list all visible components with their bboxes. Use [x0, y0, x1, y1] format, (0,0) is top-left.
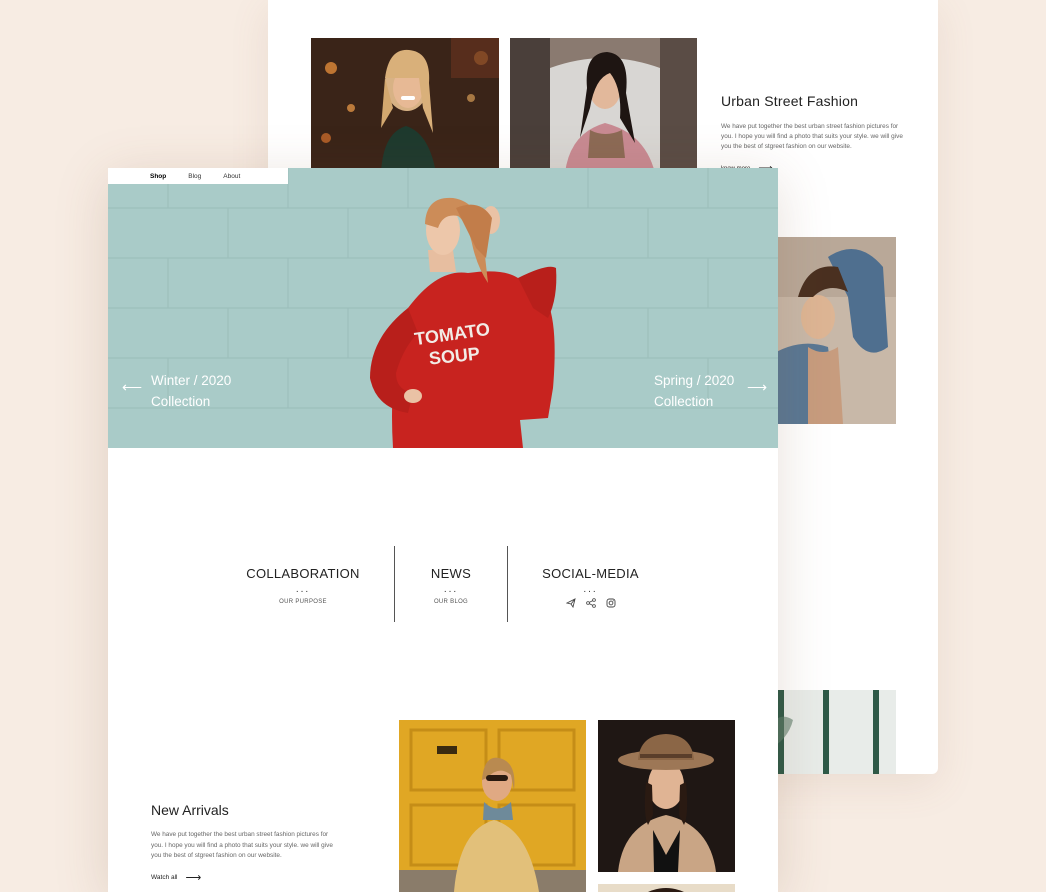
- collaboration-sub: OUR PURPOSE: [279, 599, 327, 605]
- watch-all-label: Watch all: [151, 874, 178, 881]
- social-media-title: SOCIAL-MEDIA: [542, 566, 639, 581]
- hero-right-caption[interactable]: Spring / 2020 Collection: [654, 370, 734, 412]
- divider: [394, 546, 395, 622]
- share-icon[interactable]: [585, 598, 596, 610]
- collaboration-dots: ...: [295, 584, 311, 595]
- hero-left-caption-line1: Winter / 2020: [151, 373, 232, 388]
- photo-laughing-woman[interactable]: [311, 38, 499, 173]
- quick-links-row: COLLABORATION ... OUR PURPOSE NEWS ... O…: [108, 546, 778, 624]
- divider: [507, 546, 508, 622]
- photo-yellow-door-woman[interactable]: [399, 720, 586, 892]
- hero-right-caption-line2: Collection: [654, 394, 714, 409]
- watch-all-link[interactable]: Watch all ⟶: [151, 871, 201, 884]
- new-arrivals-text: We have put together the best urban stre…: [151, 831, 333, 859]
- arrow-right-icon: ⟶: [185, 872, 202, 884]
- hero-prev-arrow-icon[interactable]: ⟵: [122, 379, 142, 396]
- back-section-title: Urban Street Fashion: [721, 93, 859, 109]
- news-link[interactable]: NEWS ... OUR BLOG: [411, 546, 491, 605]
- hero-left-caption-line2: Collection: [151, 394, 211, 409]
- news-dots: ...: [443, 584, 459, 595]
- top-nav: Shop Blog About: [108, 168, 288, 184]
- nav-item-about[interactable]: About: [223, 173, 240, 180]
- photo-woman-denim-jacket[interactable]: [768, 237, 896, 424]
- news-sub: OUR BLOG: [433, 599, 469, 605]
- new-arrivals-title: New Arrivals: [151, 802, 229, 818]
- telegram-icon[interactable]: [565, 598, 576, 610]
- social-media-dots: ...: [583, 584, 598, 595]
- hero-right-caption-line1: Spring / 2020: [654, 373, 735, 388]
- collaboration-link[interactable]: COLLABORATION ... OUR PURPOSE: [243, 546, 363, 605]
- news-title: NEWS: [430, 566, 472, 581]
- collaboration-title: COLLABORATION: [246, 566, 360, 581]
- hero-next-arrow-icon[interactable]: ⟶: [747, 379, 767, 396]
- hero-banner: TOMATO SOUP ⟵ Winter / 2020 Collection S…: [108, 168, 778, 448]
- photo-green-fence[interactable]: [768, 690, 896, 774]
- photo-woman-hat[interactable]: [598, 720, 735, 872]
- photo-woman-pink-coat[interactable]: [510, 38, 697, 173]
- photo-partial-bottom[interactable]: [598, 884, 735, 892]
- instagram-icon[interactable]: [606, 598, 616, 610]
- social-media-block: SOCIAL-MEDIA ...: [534, 546, 647, 610]
- social-icons: [534, 598, 647, 610]
- front-page: TOMATO SOUP ⟵ Winter / 2020 Collection S…: [108, 168, 778, 892]
- hero-left-caption[interactable]: Winter / 2020 Collection: [151, 370, 231, 412]
- back-section-text: We have put together the best urban stre…: [721, 123, 903, 150]
- nav-item-shop[interactable]: Shop: [150, 173, 166, 180]
- nav-item-blog[interactable]: Blog: [188, 173, 201, 180]
